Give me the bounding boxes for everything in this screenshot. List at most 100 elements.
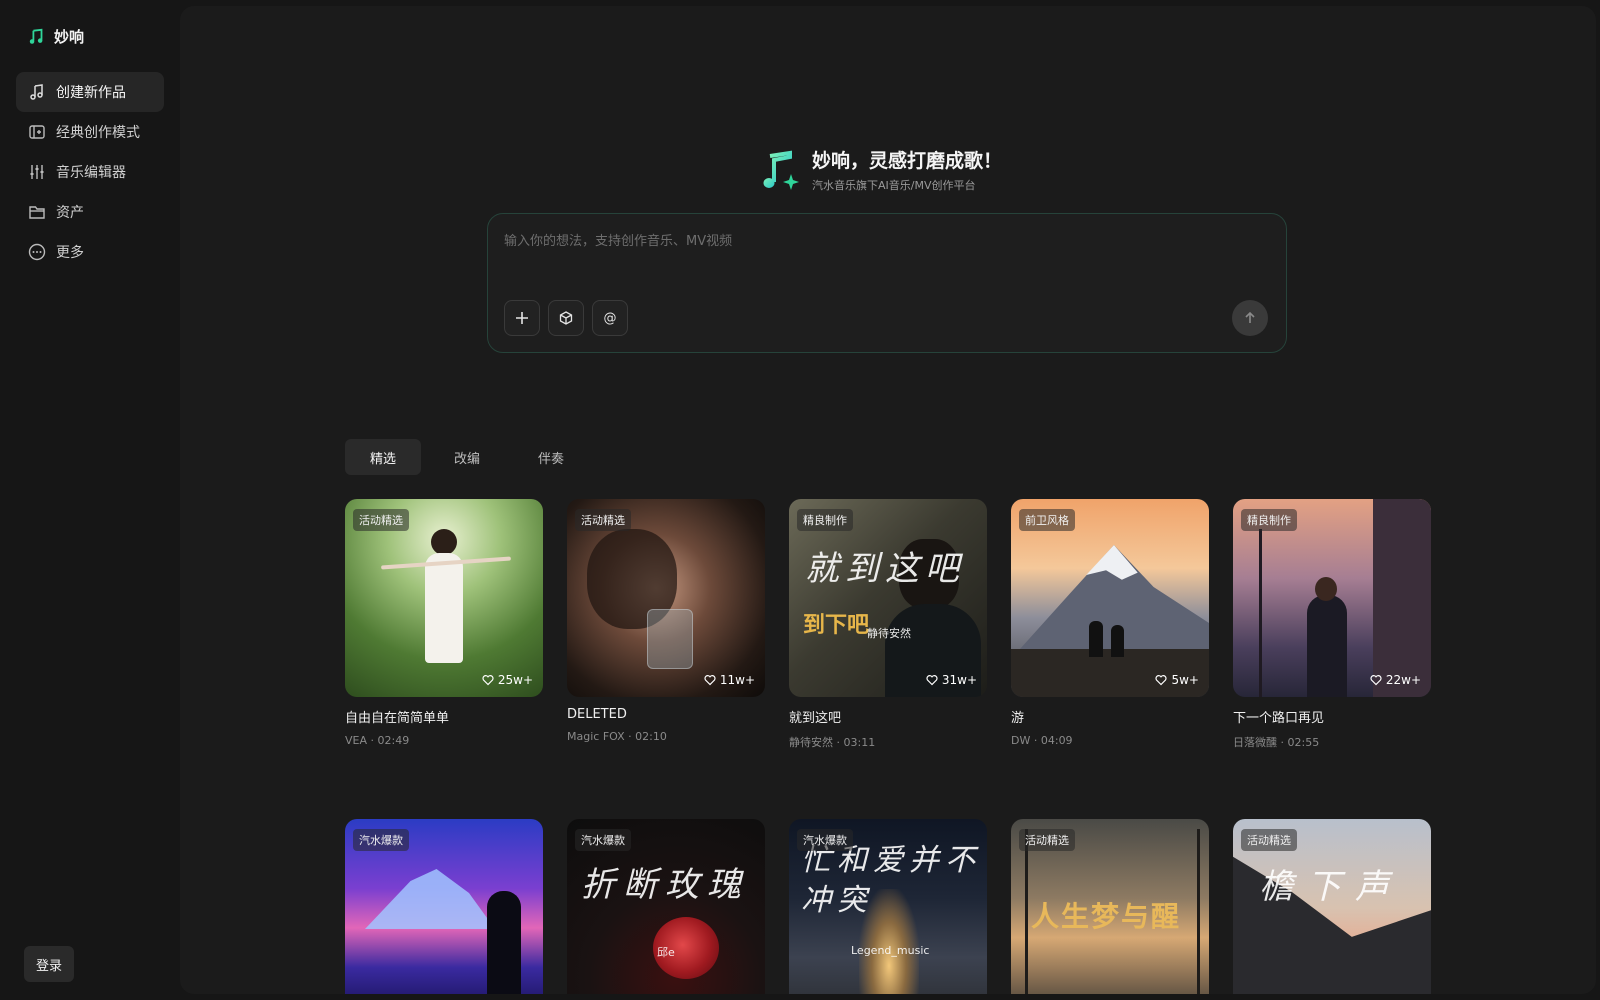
song-card[interactable]: 活动精选 11w+ DELETED Magic FOX · 02:10 bbox=[567, 499, 765, 743]
cover-subtitle-text: 到下吧 bbox=[803, 612, 870, 638]
music-logo-icon bbox=[29, 28, 43, 44]
cover-artist-text: 静待安然 bbox=[867, 627, 911, 640]
cover-image: 精良制作 22w+ bbox=[1233, 499, 1431, 697]
more-icon bbox=[28, 243, 46, 261]
card-badge: 汽水爆款 bbox=[575, 829, 631, 851]
prompt-input[interactable]: 输入你的想法，支持创作音乐、MV视频 bbox=[504, 230, 732, 249]
sidebar-item-editor[interactable]: 音乐编辑器 bbox=[16, 152, 164, 192]
prompt-box[interactable]: 输入你的想法，支持创作音乐、MV视频 @ bbox=[487, 213, 1287, 353]
like-count[interactable]: 31w+ bbox=[926, 673, 977, 687]
cover-image: 檐下声 活动精选 bbox=[1233, 819, 1431, 994]
song-card[interactable]: 折断玫瑰 邱e 汽水爆款 bbox=[567, 819, 765, 994]
song-card[interactable]: 前卫风格 5w+ 游 DW · 04:09 bbox=[1011, 499, 1209, 747]
song-meta: DW · 04:09 bbox=[1011, 734, 1073, 747]
cover-image: 汽水爆款 bbox=[345, 819, 543, 994]
card-badge: 汽水爆款 bbox=[797, 829, 853, 851]
card-badge: 活动精选 bbox=[1019, 829, 1075, 851]
song-title: 就到这吧 bbox=[789, 711, 842, 726]
sidebar-nav: 创建新作品 经典创作模式 音乐编辑器 资产 更多 bbox=[16, 72, 164, 272]
cover-title-text: 折断玫瑰 bbox=[581, 865, 749, 905]
sidebar-item-label: 音乐编辑器 bbox=[56, 165, 126, 181]
model-button[interactable] bbox=[548, 300, 584, 336]
cover-image: 前卫风格 5w+ bbox=[1011, 499, 1209, 697]
cover-image: 人生梦与醒 活动精选 bbox=[1011, 819, 1209, 994]
cover-image: 活动精选 11w+ bbox=[567, 499, 765, 697]
main-panel: 妙响，灵感打磨成歌！ 汽水音乐旗下AI音乐/MV创作平台 输入你的想法，支持创作… bbox=[180, 6, 1596, 994]
song-card[interactable]: 人生梦与醒 活动精选 bbox=[1011, 819, 1209, 994]
music-sparkle-icon bbox=[763, 150, 799, 190]
cover-image: 忙和爱并不冲突 Legend_music 汽水爆款 bbox=[789, 819, 987, 994]
add-button[interactable] bbox=[504, 300, 540, 336]
cover-image: 折断玫瑰 邱e 汽水爆款 bbox=[567, 819, 765, 994]
cover-title-text: 就到这吧 bbox=[805, 549, 965, 589]
login-button[interactable]: 登录 bbox=[24, 946, 74, 982]
at-icon: @ bbox=[603, 310, 617, 326]
song-card[interactable]: 汽水爆款 bbox=[345, 819, 543, 994]
heart-icon bbox=[1155, 675, 1168, 686]
plus-icon bbox=[516, 312, 528, 324]
heart-icon bbox=[482, 675, 494, 686]
sidebar-item-assets[interactable]: 资产 bbox=[16, 192, 164, 232]
card-badge: 精良制作 bbox=[1241, 509, 1297, 531]
send-button[interactable] bbox=[1232, 300, 1268, 336]
tab-remix[interactable]: 改编 bbox=[429, 439, 505, 475]
heart-icon bbox=[704, 675, 716, 686]
like-count[interactable]: 25w+ bbox=[482, 673, 533, 687]
cover-title-text: 檐下声 bbox=[1259, 867, 1403, 907]
song-card[interactable]: 精良制作 22w+ 下一个路口再见 日落微醺 · 02:55 bbox=[1233, 499, 1431, 750]
like-count[interactable]: 5w+ bbox=[1155, 673, 1199, 687]
tab-accompaniment[interactable]: 伴奏 bbox=[513, 439, 589, 475]
song-title: 自由自在简简单单 bbox=[345, 711, 450, 726]
sidebar-item-classic[interactable]: 经典创作模式 bbox=[16, 112, 164, 152]
template-icon bbox=[28, 123, 46, 141]
song-title: 游 bbox=[1011, 711, 1025, 726]
brand[interactable]: 妙响 bbox=[28, 26, 84, 47]
music-note-icon bbox=[28, 83, 46, 101]
song-card[interactable]: 活动精选 25w+ 自由自在简简单单 VEA · 02:49 bbox=[345, 499, 543, 747]
cover-title-text: 人生梦与醒 bbox=[1031, 900, 1182, 933]
cover-title-text: 忙和爱并不冲突 bbox=[801, 843, 981, 918]
song-meta: 静待安然 · 03:11 bbox=[789, 736, 876, 749]
sidebar-item-create[interactable]: 创建新作品 bbox=[16, 72, 164, 112]
card-badge: 活动精选 bbox=[575, 509, 631, 531]
hero-subtitle: 汽水音乐旗下AI音乐/MV创作平台 bbox=[812, 179, 976, 192]
heart-icon bbox=[926, 675, 938, 686]
arrow-up-icon bbox=[1245, 311, 1255, 323]
sidebar: 妙响 创建新作品 经典创作模式 音乐编辑器 资产 更多 登录 bbox=[0, 0, 180, 1000]
sidebar-item-label: 经典创作模式 bbox=[56, 125, 140, 141]
like-count[interactable]: 22w+ bbox=[1370, 673, 1421, 687]
card-badge: 汽水爆款 bbox=[353, 829, 409, 851]
card-badge: 活动精选 bbox=[1241, 829, 1297, 851]
song-meta: 日落微醺 · 02:55 bbox=[1233, 736, 1320, 749]
song-title: 下一个路口再见 bbox=[1233, 711, 1325, 726]
card-badge: 前卫风格 bbox=[1019, 509, 1075, 531]
category-tabs: 精选 改编 伴奏 bbox=[345, 439, 589, 475]
tab-featured[interactable]: 精选 bbox=[345, 439, 422, 475]
sidebar-item-label: 资产 bbox=[56, 205, 84, 221]
cover-image: 活动精选 25w+ bbox=[345, 499, 543, 697]
cover-image: 就到这吧 到下吧 静待安然 精良制作 31w+ bbox=[789, 499, 987, 697]
song-card[interactable]: 檐下声 活动精选 bbox=[1233, 819, 1431, 994]
song-meta: VEA · 02:49 bbox=[345, 734, 410, 747]
heart-icon bbox=[1370, 675, 1382, 686]
sidebar-item-label: 创建新作品 bbox=[56, 85, 126, 101]
brand-name: 妙响 bbox=[54, 28, 85, 46]
song-title: DELETED bbox=[567, 707, 627, 722]
song-card[interactable]: 忙和爱并不冲突 Legend_music 汽水爆款 bbox=[789, 819, 987, 994]
cover-artist-text: 邱e bbox=[657, 946, 675, 959]
sliders-icon bbox=[28, 163, 46, 181]
card-badge: 活动精选 bbox=[353, 509, 409, 531]
cover-artist-text: Legend_music bbox=[851, 944, 930, 957]
folder-icon bbox=[28, 203, 46, 221]
hero-text: 妙响，灵感打磨成歌！ 汽水音乐旗下AI音乐/MV创作平台 bbox=[812, 146, 1002, 193]
sidebar-item-more[interactable]: 更多 bbox=[16, 232, 164, 272]
sidebar-item-label: 更多 bbox=[56, 245, 84, 261]
mention-button[interactable]: @ bbox=[592, 300, 628, 336]
card-badge: 精良制作 bbox=[797, 509, 853, 531]
song-meta: Magic FOX · 02:10 bbox=[567, 730, 667, 743]
like-count[interactable]: 11w+ bbox=[704, 673, 755, 687]
hero: 妙响，灵感打磨成歌！ 汽水音乐旗下AI音乐/MV创作平台 bbox=[758, 146, 1002, 193]
cube-icon bbox=[559, 311, 573, 325]
hero-title: 妙响，灵感打磨成歌！ bbox=[812, 150, 1003, 172]
song-card[interactable]: 就到这吧 到下吧 静待安然 精良制作 31w+ 就到这吧 静待安然 · 03:1… bbox=[789, 499, 987, 750]
